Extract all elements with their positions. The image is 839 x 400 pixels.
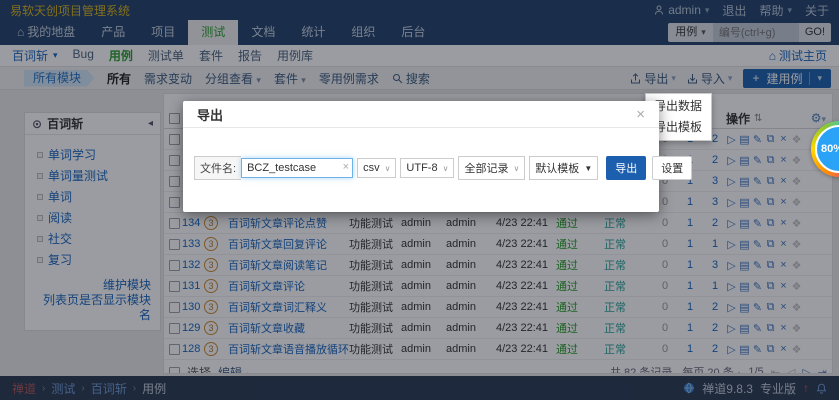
filename-label: 文件名: (194, 156, 241, 180)
export-dialog: 导出 × 文件名: × csv ∨ UTF-8 ∨ 全部记录 ∨ 默认模板 ▼ … (183, 101, 659, 212)
range-select[interactable]: 全部记录 ∨ (458, 156, 525, 180)
chevron-down-icon: ∨ (513, 164, 519, 173)
format-select[interactable]: csv ∨ (357, 158, 396, 178)
clear-icon[interactable]: × (343, 161, 349, 173)
filename-input[interactable] (241, 158, 353, 178)
chevron-down-icon: ∨ (385, 164, 391, 173)
dialog-title: 导出 (197, 105, 223, 124)
template-value: 默认模板 (535, 160, 579, 176)
settings-button[interactable]: 设置 (652, 156, 692, 180)
close-icon[interactable]: × (636, 107, 645, 122)
chevron-down-icon: ∨ (443, 164, 449, 173)
encoding-select[interactable]: UTF-8 ∨ (400, 158, 454, 178)
caret-down-icon: ▼ (584, 164, 592, 173)
template-select[interactable]: 默认模板 ▼ (529, 156, 598, 180)
encoding-value: UTF-8 (406, 162, 437, 174)
badge-percent: 80% (821, 143, 839, 155)
range-value: 全部记录 (464, 160, 508, 176)
format-value: csv (363, 162, 380, 174)
export-submit-button[interactable]: 导出 (606, 156, 646, 180)
